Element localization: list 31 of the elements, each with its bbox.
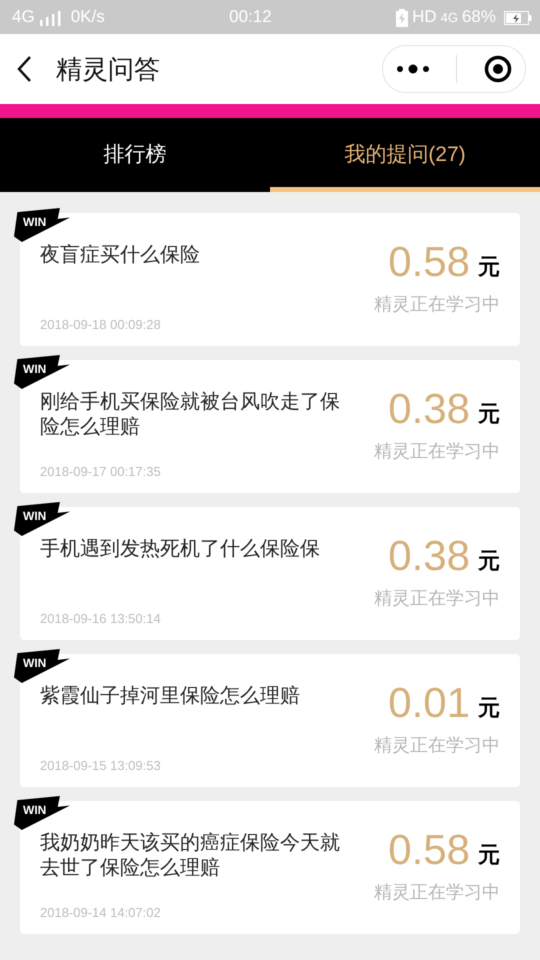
reward-amount: 0.38 [388, 535, 470, 577]
close-button[interactable] [484, 55, 512, 83]
answer-status: 精灵正在学习中 [374, 440, 500, 463]
reward-amount: 0.38 [388, 388, 470, 430]
answer-status: 精灵正在学习中 [374, 587, 500, 610]
question-date: 2018-09-17 00:17:35 [40, 462, 162, 480]
question-date: 2018-09-15 13:09:53 [40, 756, 162, 774]
answer-status: 精灵正在学习中 [374, 734, 500, 757]
currency-unit: 元 [478, 253, 500, 281]
question-date: 2018-09-14 14:07:02 [40, 904, 162, 922]
question-text: 手机遇到发热死机了什么保险保 [40, 537, 321, 562]
page-title: 精灵问答 [56, 52, 161, 86]
question-text: 夜盲症买什么保险 [40, 243, 201, 268]
answer-status: 精灵正在学习中 [374, 293, 500, 316]
tab[interactable]: 排行榜 [0, 118, 270, 192]
reward-amount: 0.01 [388, 682, 470, 724]
currency-unit: 元 [478, 694, 500, 722]
question-text: 刚给手机买保险就被台风吹走了保险怎么理赔 [40, 390, 341, 440]
question-date: 2018-09-18 00:09:28 [40, 316, 162, 334]
currency-unit: 元 [478, 841, 500, 869]
currency-unit: 元 [478, 400, 500, 428]
question-text: 我奶奶昨天该买的癌症保险今天就去世了保险怎么理赔 [40, 831, 341, 881]
more-button[interactable] [396, 64, 430, 74]
reward-amount: 0.58 [388, 241, 470, 283]
currency-unit: 元 [478, 547, 500, 575]
tab[interactable]: 我的提问(27) [270, 118, 540, 192]
question-text: 紫霞仙子掉河里保险怎么理赔 [40, 684, 301, 709]
question-date: 2018-09-16 13:50:14 [40, 610, 162, 628]
answer-status: 精灵正在学习中 [374, 881, 500, 904]
reward-amount: 0.58 [388, 829, 470, 871]
back-button[interactable] [16, 55, 32, 83]
